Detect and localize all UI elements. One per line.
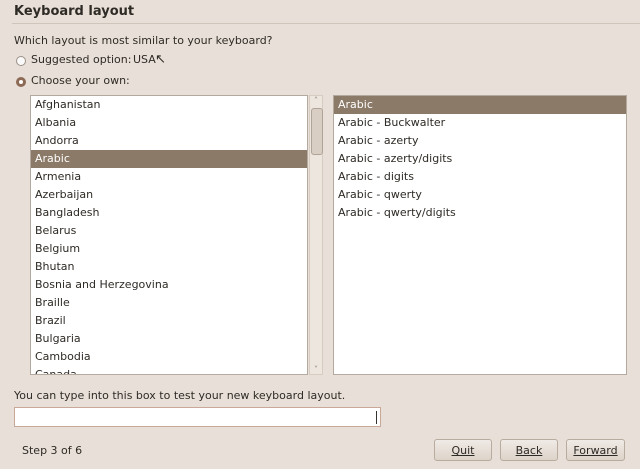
back-button[interactable]: Back	[500, 439, 558, 461]
test-box-label: You can type into this box to test your …	[14, 389, 346, 402]
scrollbar-thumb[interactable]	[311, 108, 323, 155]
list-item[interactable]: Arabic	[31, 150, 307, 168]
question-label: Which layout is most similar to your key…	[14, 34, 273, 47]
test-input[interactable]	[14, 407, 381, 427]
list-item[interactable]: Bosnia and Herzegovina	[31, 276, 307, 294]
country-list-scrollbar[interactable]: ˄ ˅	[309, 95, 323, 375]
choose-own-label: Choose your own:	[31, 74, 130, 87]
list-item[interactable]: Canada	[31, 366, 307, 374]
list-item[interactable]: Arabic - qwerty	[334, 186, 626, 204]
list-item[interactable]: Cambodia	[31, 348, 307, 366]
forward-button[interactable]: Forward	[566, 439, 625, 461]
list-item[interactable]: Andorra	[31, 132, 307, 150]
list-item[interactable]: Belgium	[31, 240, 307, 258]
list-item[interactable]: Afghanistan	[31, 96, 307, 114]
suggested-option-value: USA	[133, 53, 156, 66]
text-caret	[376, 411, 377, 424]
suggested-option-radio[interactable]	[16, 56, 26, 66]
list-item[interactable]: Arabic - digits	[334, 168, 626, 186]
list-item[interactable]: Arabic - Buckwalter	[334, 114, 626, 132]
suggested-option-label[interactable]: Suggested option:	[31, 53, 131, 66]
list-item[interactable]: Arabic - azerty	[334, 132, 626, 150]
list-item[interactable]: Bulgaria	[31, 330, 307, 348]
variant-list[interactable]: Arabic Arabic - Buckwalter Arabic - azerty…	[333, 95, 627, 375]
list-item[interactable]: Arabic	[334, 96, 626, 114]
list-item[interactable]: Arabic - azerty/digits	[334, 150, 626, 168]
step-indicator: Step 3 of 6	[22, 444, 83, 457]
list-item[interactable]: Arabic - qwerty/digits	[334, 204, 626, 222]
scroll-down-icon[interactable]: ˅	[310, 365, 322, 374]
divider	[12, 23, 640, 24]
choose-own-radio[interactable]	[16, 77, 26, 87]
list-item[interactable]: Braille	[31, 294, 307, 312]
scroll-up-icon[interactable]: ˄	[310, 96, 322, 105]
list-item[interactable]: Azerbaijan	[31, 186, 307, 204]
mouse-cursor-icon: ↖	[155, 52, 166, 67]
list-item[interactable]: Brazil	[31, 312, 307, 330]
quit-button[interactable]: Quit	[434, 439, 492, 461]
list-item[interactable]: Armenia	[31, 168, 307, 186]
list-item[interactable]: Bangladesh	[31, 204, 307, 222]
page-title: Keyboard layout	[14, 4, 135, 19]
list-item[interactable]: Belarus	[31, 222, 307, 240]
country-list[interactable]: Afghanistan Albania Andorra Arabic Armenia Az…	[30, 95, 308, 375]
list-item[interactable]: Albania	[31, 114, 307, 132]
list-item[interactable]: Bhutan	[31, 258, 307, 276]
